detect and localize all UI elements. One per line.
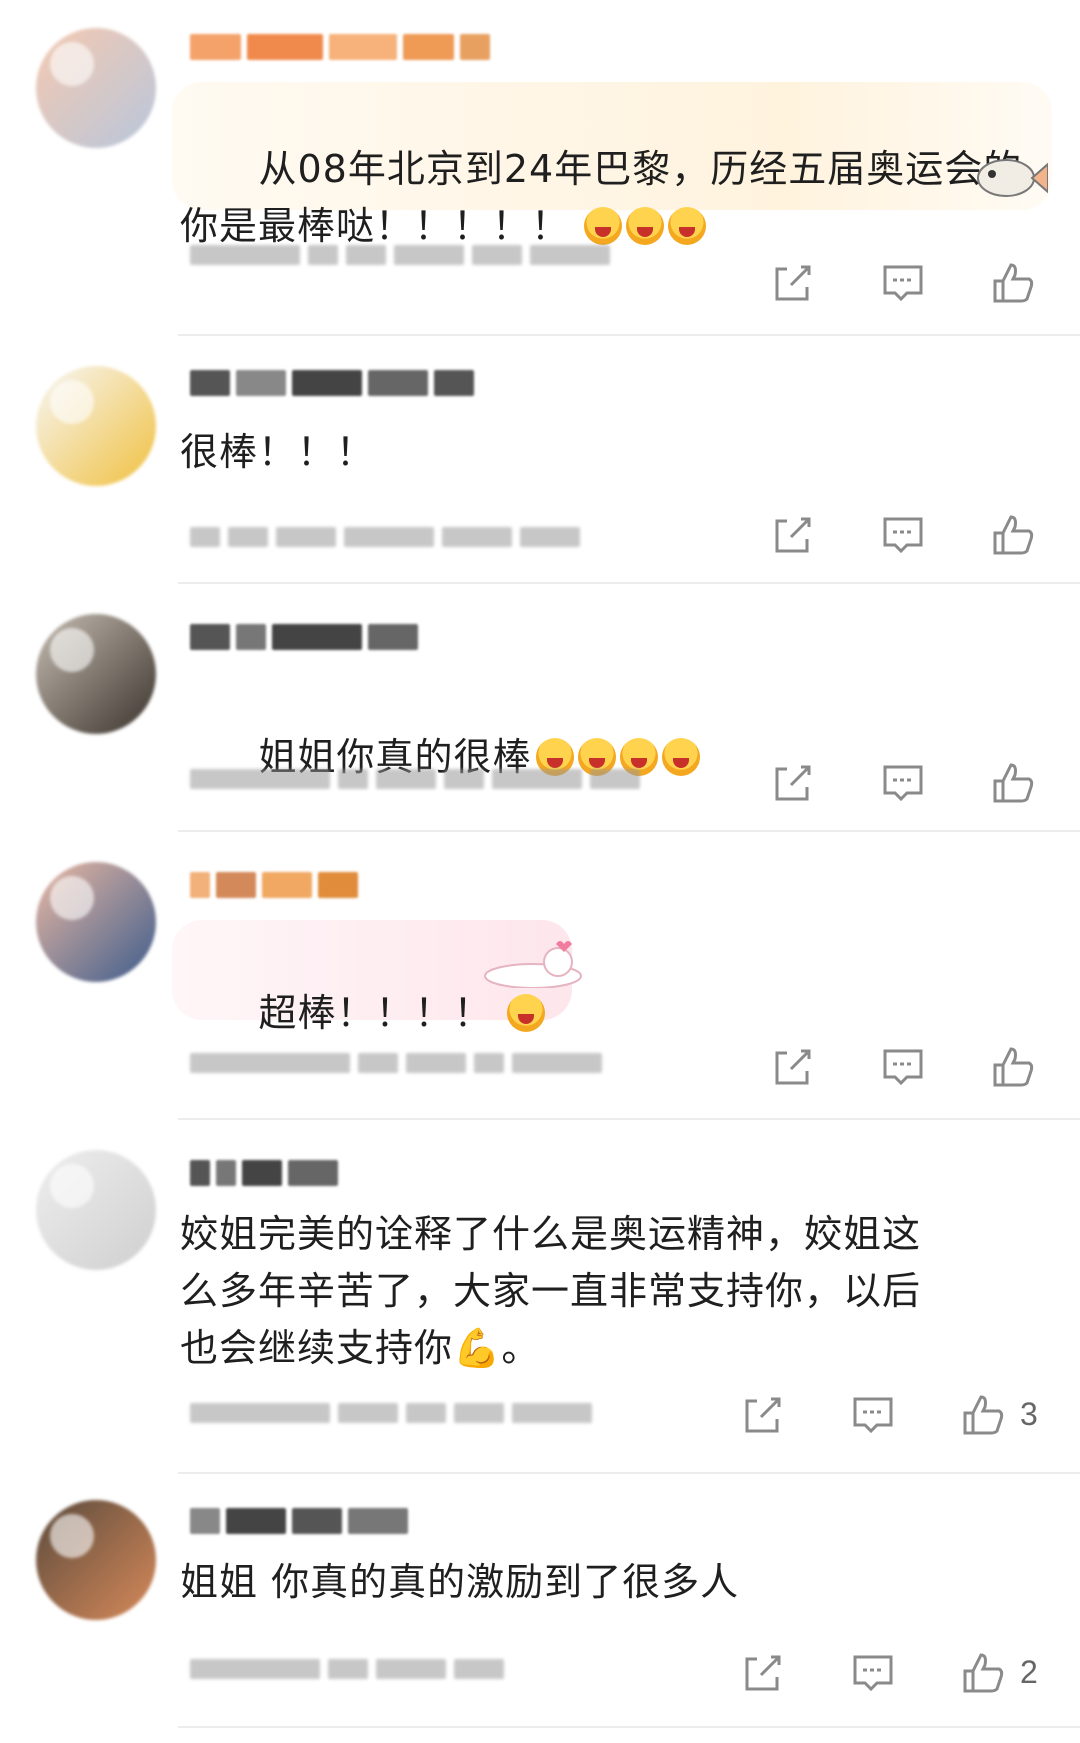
like-button[interactable] (990, 1044, 1036, 1090)
thumbs-up-icon (993, 263, 1034, 303)
reply-button[interactable] (850, 1650, 896, 1696)
thumbs-up-icon (963, 1395, 1004, 1435)
comment-item: 从08年北京到24年巴黎，历经五届奥运会的 你是最棒哒！！！！！ (0, 0, 1080, 336)
like-button[interactable] (990, 512, 1036, 558)
share-button[interactable] (740, 1392, 786, 1438)
fish-sticker-icon (977, 159, 1048, 197)
share-button[interactable] (770, 760, 816, 806)
reply-button[interactable] (880, 760, 926, 806)
reply-button[interactable] (880, 512, 926, 558)
username-blurred[interactable] (190, 868, 490, 902)
comment-icon (853, 1655, 893, 1692)
share-button[interactable] (740, 1650, 786, 1696)
meta-blurred (190, 1654, 670, 1684)
avatar[interactable] (36, 862, 156, 982)
avatar[interactable] (36, 614, 156, 734)
reply-button[interactable] (850, 1392, 896, 1438)
share-button[interactable] (770, 1044, 816, 1090)
thumbs-up-icon (963, 1653, 1004, 1693)
share-icon (775, 765, 811, 801)
comment-text: 姣姐完美的诠释了什么是奥运精神，姣姐这 么多年辛苦了，大家一直非常支持你，以后 … (180, 1212, 922, 1370)
meta-blurred (190, 240, 670, 270)
thumbs-up-icon (993, 515, 1034, 555)
like-count: 3 (1020, 1396, 1038, 1432)
avatar[interactable] (36, 366, 156, 486)
reply-button[interactable] (880, 260, 926, 306)
emoji-icon (668, 207, 707, 245)
share-icon (775, 517, 811, 553)
like-button[interactable] (990, 260, 1036, 306)
comment-item: 很棒！！！ (0, 336, 1080, 584)
avatar[interactable] (36, 1500, 156, 1620)
meta-blurred (190, 764, 670, 794)
comment-text: 姐姐 你真的真的激励到了很多人 (180, 1560, 740, 1604)
username-blurred[interactable] (190, 1504, 490, 1538)
username-blurred[interactable] (190, 1156, 490, 1190)
meta-blurred (190, 1398, 670, 1428)
comment-icon (883, 1049, 923, 1086)
share-icon (775, 265, 811, 301)
like-button[interactable] (960, 1650, 1006, 1696)
comment-item: 姐姐 你真的真的激励到了很多人 2 (0, 1474, 1080, 1734)
cat-sticker-icon (484, 941, 582, 988)
username-blurred[interactable] (190, 620, 490, 654)
avatar[interactable] (36, 1150, 156, 1270)
share-button[interactable] (770, 260, 816, 306)
share-icon (745, 1655, 781, 1691)
comment-icon (883, 517, 923, 554)
avatar[interactable] (36, 28, 156, 148)
thumbs-up-icon (993, 1047, 1034, 1087)
username-blurred[interactable] (190, 366, 490, 400)
share-button[interactable] (770, 512, 816, 558)
comment-icon (883, 265, 923, 302)
like-count: 2 (1020, 1654, 1038, 1690)
comment-item: 姐姐你真的很棒 (0, 584, 1080, 832)
comment-item: 超棒！！！！ (0, 832, 1080, 1120)
username-blurred[interactable] (190, 30, 491, 64)
meta-blurred (190, 1048, 670, 1078)
comment-item: 姣姐完美的诠释了什么是奥运精神，姣姐这 么多年辛苦了，大家一直非常支持你，以后 … (0, 1120, 1080, 1474)
comment-icon (883, 765, 923, 802)
divider (178, 1726, 1080, 1728)
like-button[interactable] (960, 1392, 1006, 1438)
like-button[interactable] (990, 760, 1036, 806)
share-icon (745, 1397, 781, 1433)
emoji-icon (506, 994, 545, 1032)
reply-button[interactable] (880, 1044, 926, 1090)
comment-text: 姐姐你真的很棒 (180, 672, 700, 843)
meta-blurred (190, 522, 670, 552)
comment-text: 很棒！！！ (180, 430, 376, 474)
share-icon (775, 1049, 811, 1085)
thumbs-up-icon (993, 763, 1034, 803)
comment-icon (853, 1397, 893, 1434)
comment-feed: 从08年北京到24年巴黎，历经五届奥运会的 你是最棒哒！！！！！ 很棒！！！ 姐… (0, 0, 1080, 1743)
